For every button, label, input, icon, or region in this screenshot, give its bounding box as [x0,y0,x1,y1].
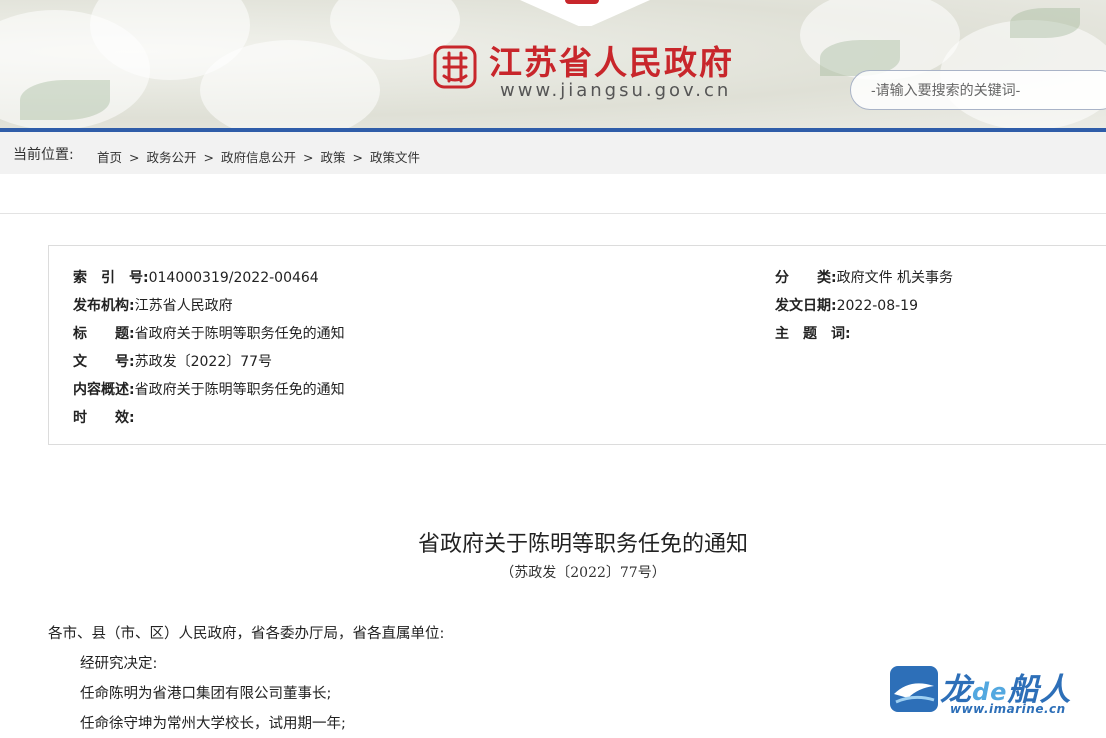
decor-leaf [1010,8,1080,38]
search-box[interactable] [850,70,1106,110]
meta-title-value: 省政府关于陈明等职务任免的通知 [134,326,345,342]
meta-docno-label: 文 号: [73,354,135,370]
watermark-url: www.imarine.cn [950,702,1066,716]
breadcrumb-links: 首页 > 政务公开 > 政府信息公开 > 政策 > 政策文件 [97,147,420,166]
document-number: （苏政发〔2022〕77号） [500,565,666,581]
breadcrumb-info[interactable]: 政府信息公开 [221,150,296,165]
document-paragraph: 任命徐守坤为常州大学校长，试用期一年; [80,716,346,732]
document-title: 省政府关于陈明等职务任免的通知 [417,532,748,557]
meta-category-value: 政府文件 机关事务 [836,270,954,286]
meta-subject-row: 主 题 词: [775,323,851,343]
meta-category-label: 分 类: [775,270,837,286]
meta-title-row: 标 题:省政府关于陈明等职务任免的通知 [73,323,345,343]
breadcrumb: 当前位置: 首页 > 政务公开 > 政府信息公开 > 政策 > 政策文件 [0,132,1106,174]
breadcrumb-affairs[interactable]: 政务公开 [147,150,197,165]
meta-title-label: 标 题: [73,326,135,342]
meta-category-row: 分 类:政府文件 机关事务 [775,267,953,287]
meta-subject-label: 主 题 词: [775,326,851,342]
meta-docno-value: 苏政发〔2022〕77号 [134,354,273,370]
ship-logo-icon [890,666,938,712]
breadcrumb-separator: > [129,150,140,165]
meta-summary-label: 内容概述: [73,382,135,398]
section-divider [0,213,1106,214]
breadcrumb-separator: > [352,150,363,165]
document-paragraph: 任命陈明为省港口集团有限公司董事长; [80,686,332,702]
site-header: 江苏省人民政府 www.jiangsu.gov.cn [0,0,1106,130]
meta-index-value: 014000319/2022-00464 [148,270,319,286]
decor-petal [200,40,380,130]
meta-summary-row: 内容概述:省政府关于陈明等职务任免的通知 [73,379,345,399]
document-meta-box: 索 引 号:014000319/2022-00464 发布机构:江苏省人民政府 … [48,245,1106,445]
meta-date-value: 2022-08-19 [836,298,918,314]
meta-validity-label: 时 效: [73,410,135,426]
meta-date-row: 发文日期:2022-08-19 [775,295,918,315]
meta-publisher-label: 发布机构: [73,298,135,314]
top-tab-mark [565,0,599,4]
search-input[interactable] [869,81,1106,99]
document-paragraph: 经研究决定: [80,656,158,672]
meta-docno-row: 文 号:苏政发〔2022〕77号 [73,351,272,371]
decor-leaf [20,80,110,120]
meta-index-label: 索 引 号: [73,270,149,286]
site-url[interactable]: www.jiangsu.gov.cn [500,80,731,101]
breadcrumb-policy[interactable]: 政策 [321,150,346,165]
breadcrumb-home[interactable]: 首页 [97,150,122,165]
watermark-logo: 龙de船人 www.imarine.cn [888,662,1088,718]
government-emblem-icon[interactable] [432,44,478,90]
breadcrumb-label: 当前位置: [13,147,74,163]
site-title[interactable]: 江苏省人民政府 [489,36,734,84]
breadcrumb-policy-docs[interactable]: 政策文件 [370,150,420,165]
breadcrumb-separator: > [303,150,314,165]
meta-summary-value: 省政府关于陈明等职务任免的通知 [134,382,345,398]
document-addressee: 各市、县（市、区）人民政府，省各委办厅局，省各直属单位: [48,626,445,642]
meta-index-row: 索 引 号:014000319/2022-00464 [73,267,319,287]
breadcrumb-separator: > [203,150,214,165]
meta-publisher-row: 发布机构:江苏省人民政府 [73,295,233,315]
meta-date-label: 发文日期: [775,298,837,314]
meta-publisher-value: 江苏省人民政府 [134,298,233,314]
meta-validity-row: 时 效: [73,407,135,427]
